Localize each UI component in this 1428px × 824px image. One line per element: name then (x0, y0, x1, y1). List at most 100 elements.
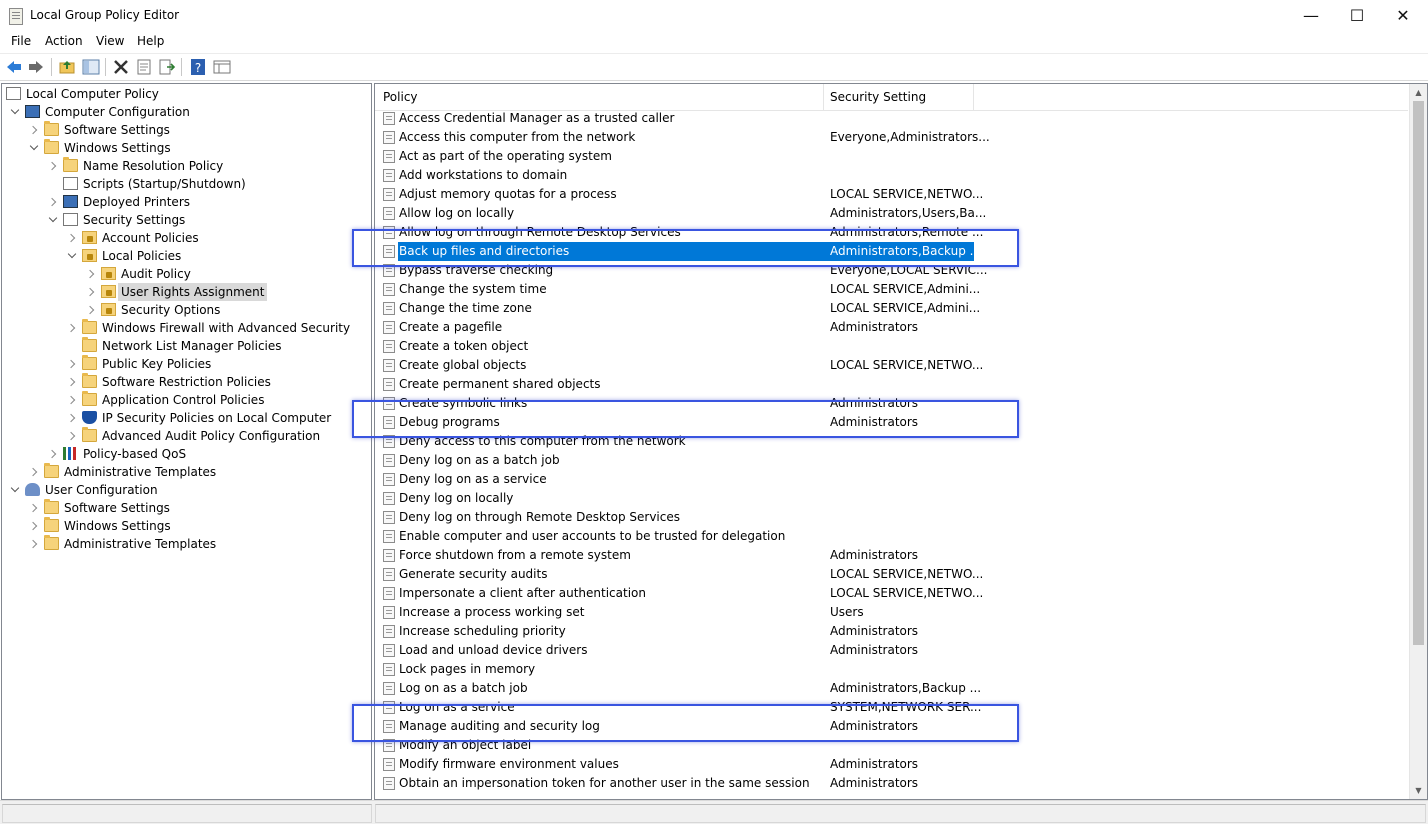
tree-node-security-settings[interactable]: Security Settings (2, 211, 370, 229)
policy-row[interactable]: Deny log on through Remote Desktop Servi… (375, 508, 1408, 527)
policy-row[interactable]: Generate security audits LOCAL SERVICE,NE… (375, 565, 1408, 584)
policy-row[interactable]: Create permanent shared objects (375, 375, 1408, 394)
chevron-right-icon[interactable] (29, 517, 39, 535)
column-security-setting-header[interactable]: Security Setting (830, 90, 926, 104)
policy-row[interactable]: Increase scheduling priority Administrato… (375, 622, 1408, 641)
properties-icon[interactable] (135, 58, 153, 76)
chevron-down-icon[interactable] (29, 139, 39, 157)
chevron-right-icon[interactable] (86, 301, 96, 319)
policy-row[interactable]: Lock pages in memory (375, 660, 1408, 679)
tree-node-user-configuration[interactable]: User Configuration (2, 481, 370, 499)
tree-node-name-resolution-policy[interactable]: Name Resolution Policy (2, 157, 370, 175)
policy-row[interactable]: Act as part of the operating system (375, 147, 1408, 166)
tree-node-ip-security-policies-on-local-computer[interactable]: IP Security Policies on Local Computer (2, 409, 370, 427)
tree-node-software-restriction-policies[interactable]: Software Restriction Policies (2, 373, 370, 391)
tree-node-user-rights-assignment[interactable]: User Rights Assignment (2, 283, 370, 301)
tree-node-administrative-templates[interactable]: Administrative Templates (2, 535, 370, 553)
menu-action[interactable]: Action (45, 34, 83, 48)
tree-node-public-key-policies[interactable]: Public Key Policies (2, 355, 370, 373)
tree-node-advanced-audit-policy-configuration[interactable]: Advanced Audit Policy Configuration (2, 427, 370, 445)
policy-row[interactable]: Increase a process working set Users (375, 603, 1408, 622)
chevron-right-icon[interactable] (67, 409, 77, 427)
tree-node-software-settings[interactable]: Software Settings (2, 499, 370, 517)
scroll-up-icon[interactable]: ▲ (1410, 84, 1427, 101)
tree-node-deployed-printers[interactable]: Deployed Printers (2, 193, 370, 211)
chevron-right-icon[interactable] (29, 535, 39, 553)
maximize-button[interactable]: ☐ (1334, 0, 1380, 31)
policy-row[interactable]: Deny log on locally (375, 489, 1408, 508)
chevron-right-icon[interactable] (86, 283, 96, 301)
chevron-down-icon[interactable] (67, 247, 77, 265)
policy-row[interactable]: Log on as a batch job Administrators,Back… (375, 679, 1408, 698)
chevron-right-icon[interactable] (67, 229, 77, 247)
chevron-right-icon[interactable] (29, 121, 39, 139)
back-arrow-icon[interactable] (5, 58, 23, 76)
policy-row[interactable]: Force shutdown from a remote system Admin… (375, 546, 1408, 565)
policy-row[interactable]: Obtain an impersonation token for anothe… (375, 774, 1408, 793)
chevron-right-icon[interactable] (67, 391, 77, 409)
tree-node-audit-policy[interactable]: Audit Policy (2, 265, 370, 283)
tree-node-windows-settings[interactable]: Windows Settings (2, 139, 370, 157)
tree-node-windows-firewall-with-advanced-security[interactable]: Windows Firewall with Advanced Security (2, 319, 370, 337)
console-tree[interactable]: Local Computer Policy Computer Configurat… (1, 83, 372, 800)
tree-node-computer-configuration[interactable]: Computer Configuration (2, 103, 370, 121)
chevron-right-icon[interactable] (48, 157, 58, 175)
menu-help[interactable]: Help (137, 34, 164, 48)
tree-node-network-list-manager-policies[interactable]: Network List Manager Policies (2, 337, 370, 355)
chevron-right-icon[interactable] (67, 319, 77, 337)
chevron-down-icon[interactable] (48, 211, 58, 229)
tree-node-local-computer-policy[interactable]: Local Computer Policy (2, 85, 370, 103)
policy-row[interactable]: Create a token object (375, 337, 1408, 356)
policy-row[interactable]: Modify firmware environment values Admini… (375, 755, 1408, 774)
policy-row[interactable]: Access this computer from the network Eve… (375, 128, 1408, 147)
export-list-icon[interactable] (158, 58, 176, 76)
column-divider[interactable] (973, 84, 974, 110)
policy-row[interactable]: Deny log on as a batch job (375, 451, 1408, 470)
chevron-right-icon[interactable] (48, 193, 58, 211)
policy-row[interactable]: Deny log on as a service (375, 470, 1408, 489)
chevron-right-icon[interactable] (29, 463, 39, 481)
policy-list-pane[interactable]: Policy ^ Security Setting Access Credent… (374, 83, 1428, 800)
chevron-down-icon[interactable] (10, 103, 20, 121)
tree-node-administrative-templates[interactable]: Administrative Templates (2, 463, 370, 481)
chevron-right-icon[interactable] (29, 499, 39, 517)
policy-row[interactable]: Allow log on locally Administrators,Users… (375, 204, 1408, 223)
chevron-right-icon[interactable] (86, 265, 96, 283)
tree-node-policy-based-qos[interactable]: Policy-based QoS (2, 445, 370, 463)
tree-node-software-settings[interactable]: Software Settings (2, 121, 370, 139)
column-policy-header[interactable]: Policy (383, 90, 418, 104)
tree-node-scripts-startup-shutdown[interactable]: Scripts (Startup/Shutdown) (2, 175, 370, 193)
menu-file[interactable]: File (11, 34, 31, 48)
tree-node-local-policies[interactable]: Local Policies (2, 247, 370, 265)
up-folder-icon[interactable] (58, 58, 76, 76)
tree-node-windows-settings[interactable]: Windows Settings (2, 517, 370, 535)
policy-row[interactable]: Load and unload device drivers Administra… (375, 641, 1408, 660)
tree-node-application-control-policies[interactable]: Application Control Policies (2, 391, 370, 409)
policy-row[interactable]: Add workstations to domain (375, 166, 1408, 185)
console-tree-icon[interactable] (213, 58, 231, 76)
scroll-down-icon[interactable]: ▼ (1410, 782, 1427, 799)
delete-icon[interactable] (112, 58, 130, 76)
tree-node-security-options[interactable]: Security Options (2, 301, 370, 319)
help-icon[interactable]: ? (189, 58, 207, 76)
show-hide-tree-icon[interactable] (82, 58, 100, 76)
chevron-right-icon[interactable] (67, 355, 77, 373)
policy-row[interactable]: Create a pagefile Administrators (375, 318, 1408, 337)
close-button[interactable]: ✕ (1380, 0, 1426, 31)
menu-view[interactable]: View (96, 34, 124, 48)
vertical-scrollbar[interactable]: ▲ ▼ (1409, 84, 1427, 799)
forward-arrow-icon[interactable] (27, 58, 45, 76)
chevron-right-icon[interactable] (67, 373, 77, 391)
chevron-right-icon[interactable] (48, 445, 58, 463)
policy-row[interactable]: Impersonate a client after authenticatio… (375, 584, 1408, 603)
chevron-right-icon[interactable] (67, 427, 77, 445)
policy-row[interactable]: Change the system time LOCAL SERVICE,Admi… (375, 280, 1408, 299)
column-divider[interactable] (823, 84, 824, 110)
policy-row[interactable]: Adjust memory quotas for a process LOCAL … (375, 185, 1408, 204)
scrollbar-thumb[interactable] (1413, 101, 1424, 645)
tree-node-account-policies[interactable]: Account Policies (2, 229, 370, 247)
policy-row[interactable]: Change the time zone LOCAL SERVICE,Admini… (375, 299, 1408, 318)
chevron-down-icon[interactable] (10, 481, 20, 499)
policy-row[interactable]: Access Credential Manager as a trusted c… (375, 109, 1408, 128)
policy-row[interactable]: Enable computer and user accounts to be … (375, 527, 1408, 546)
